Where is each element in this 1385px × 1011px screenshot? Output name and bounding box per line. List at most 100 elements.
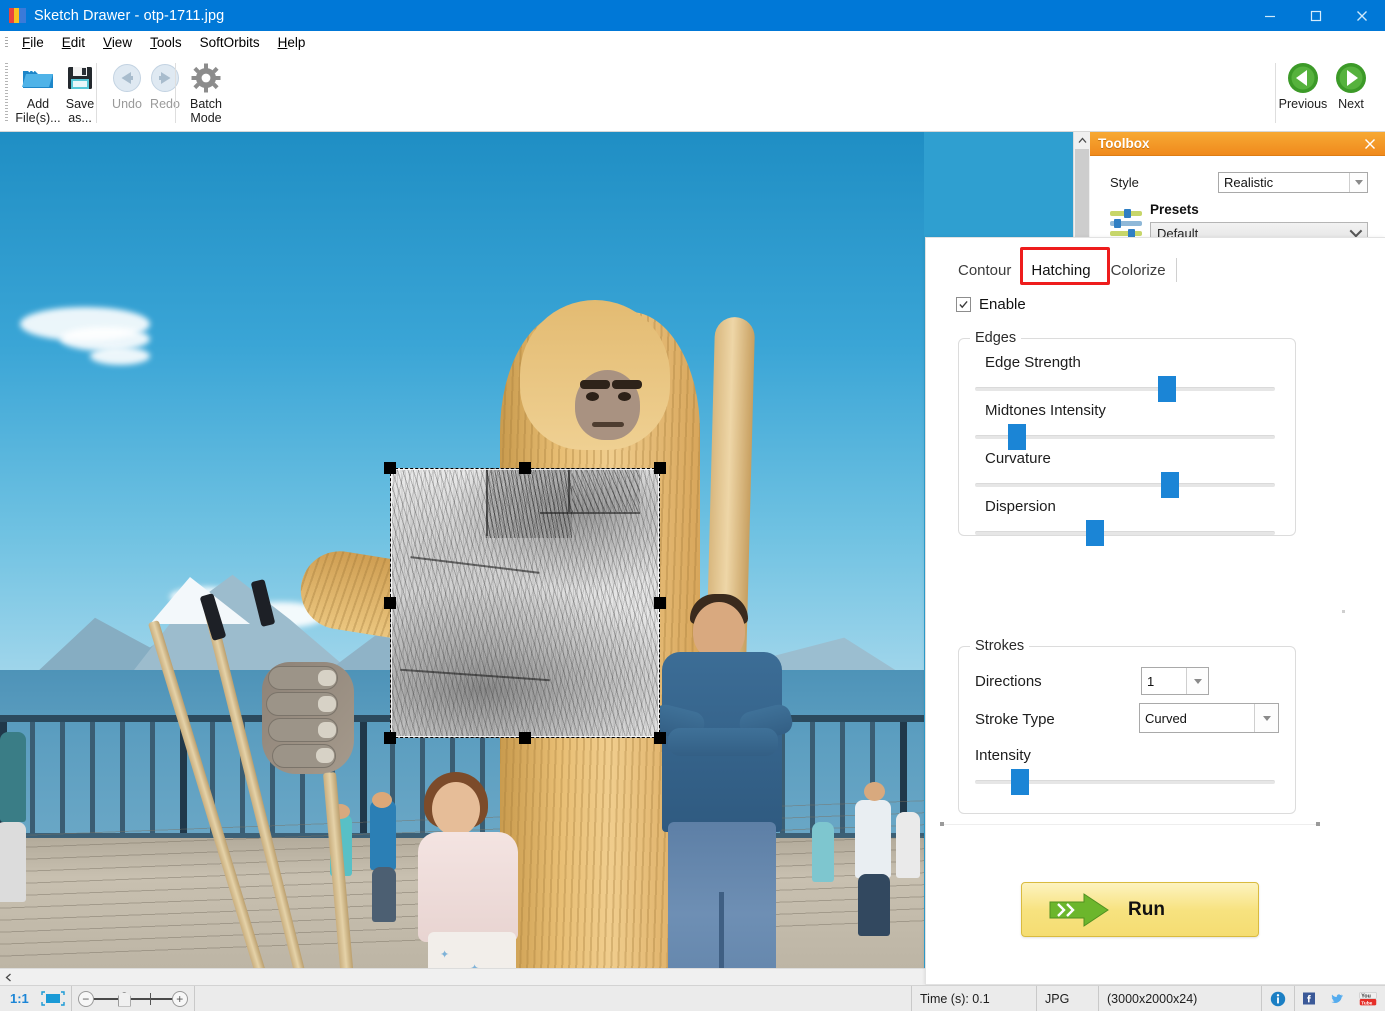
image-canvas[interactable]: ✦ ✦ ✦ ✦ ✦ [0, 132, 1073, 968]
minimize-button[interactable] [1247, 0, 1293, 31]
stroke-type-label: Stroke Type [975, 711, 1055, 728]
twitter-icon[interactable] [1323, 986, 1351, 1011]
previous-green-arrow-icon [1287, 62, 1319, 94]
tab-hatching[interactable]: Hatching [1021, 259, 1100, 284]
gear-icon [191, 62, 221, 94]
toolbar-separator-3 [1275, 63, 1276, 123]
dispersion-label: Dispersion [985, 498, 1056, 515]
minus-icon[interactable]: − [77, 990, 94, 1007]
settings-tabs: Contour Hatching Colorize [948, 254, 1176, 284]
selection-handle-sw[interactable] [384, 732, 396, 744]
scrollbar-thumb[interactable] [1075, 149, 1089, 239]
maximize-button[interactable] [1293, 0, 1339, 31]
edge-strength-label: Edge Strength [985, 354, 1081, 371]
selection-handle-s[interactable] [519, 732, 531, 744]
dispersion-slider[interactable] [975, 520, 1275, 546]
selection-handle-se[interactable] [654, 732, 666, 744]
presets-label: Presets [1150, 202, 1199, 217]
format-cell: JPG [1037, 986, 1099, 1011]
green-play-arrow-icon [1048, 892, 1110, 928]
enable-checkbox[interactable] [956, 297, 971, 312]
enable-checkbox-row[interactable]: Enable [956, 296, 1026, 313]
chevron-down-icon[interactable] [1349, 173, 1367, 192]
time-cell: Time (s): 0.1 [912, 986, 1037, 1011]
directions-combo[interactable]: 1 [1141, 667, 1209, 695]
menu-item-tools[interactable]: Tools [141, 33, 191, 53]
selection-handle-w[interactable] [384, 597, 396, 609]
bystander [896, 812, 920, 878]
selection-handle-e[interactable] [654, 597, 666, 609]
window-controls [1247, 0, 1385, 31]
intensity-slider[interactable] [975, 769, 1275, 795]
faint-marker [1342, 610, 1345, 613]
bystander-legs [372, 867, 396, 922]
edge-strength-slider[interactable] [975, 376, 1275, 402]
batch-mode-button[interactable]: Batch Mode [178, 58, 234, 128]
previous-button[interactable]: Previous [1277, 58, 1329, 128]
run-button-label: Run [1128, 898, 1165, 920]
zoom-ratio-cell[interactable]: 1:1 [0, 986, 72, 1011]
close-button[interactable] [1339, 0, 1385, 31]
directions-value: 1 [1147, 673, 1155, 689]
menu-bar: File Edit View Tools SoftOrbits Help [0, 31, 1385, 55]
curvature-slider[interactable] [975, 472, 1275, 498]
tab-contour[interactable]: Contour [948, 259, 1021, 284]
menu-item-file[interactable]: File [13, 33, 53, 53]
toolbar-grip-handle[interactable] [5, 63, 8, 123]
hatching-settings-card: Contour Hatching Colorize Enable Edges E… [925, 237, 1385, 985]
bystander [0, 732, 26, 822]
menu-grip-handle[interactable] [5, 37, 8, 49]
intensity-label: Intensity [975, 747, 1031, 764]
chevron-up-icon[interactable] [1074, 132, 1090, 148]
girl-coat [418, 832, 518, 942]
selection-handle-ne[interactable] [654, 462, 666, 474]
stroke-type-combo[interactable]: Curved [1139, 703, 1279, 733]
plus-icon[interactable]: + [171, 990, 188, 1007]
application-window: Sketch Drawer - otp-1711.jpg File Edit V… [0, 0, 1385, 1011]
style-row: Style Realistic [1110, 172, 1368, 193]
facebook-icon[interactable] [1295, 986, 1323, 1011]
toolbar-separator [96, 63, 97, 123]
menu-item-help[interactable]: Help [269, 33, 315, 53]
sketch-preview-selection[interactable] [390, 468, 660, 738]
selection-handle-n[interactable] [519, 462, 531, 474]
next-button[interactable]: Next [1325, 58, 1377, 128]
status-bar: 1:1 − + Time (s): 0.1 JPG (3000x2000x24)… [0, 985, 1385, 1011]
window-title: Sketch Drawer - otp-1711.jpg [34, 7, 225, 24]
chevron-left-icon[interactable] [0, 969, 16, 985]
toolbox-close-icon[interactable] [1361, 135, 1379, 153]
info-icon[interactable] [1262, 986, 1295, 1011]
zoom-ratio-label: 1:1 [10, 991, 29, 1006]
chevron-down-icon[interactable] [1186, 668, 1208, 694]
style-value: Realistic [1224, 175, 1274, 190]
zoom-slider-cell[interactable]: − + [72, 986, 195, 1011]
canvas-horizontal-scrollbar[interactable] [0, 968, 1073, 985]
midtones-intensity-label: Midtones Intensity [985, 402, 1106, 419]
chevron-down-icon[interactable] [1254, 704, 1278, 732]
panel-separator [940, 824, 1320, 825]
style-label: Style [1110, 175, 1139, 190]
panel-separator-dot-right [1316, 822, 1320, 826]
enable-label: Enable [979, 296, 1026, 313]
midtones-intensity-slider[interactable] [975, 424, 1275, 450]
menu-item-softorbits[interactable]: SoftOrbits [191, 33, 269, 53]
youtube-icon[interactable]: You Tube [1351, 986, 1385, 1011]
fit-to-screen-icon[interactable] [41, 991, 65, 1006]
zoom-slider[interactable]: − + [77, 989, 188, 1009]
zoom-slider-thumb[interactable] [117, 991, 131, 1007]
edges-group-title: Edges [970, 330, 1022, 346]
style-combo[interactable]: Realistic [1218, 172, 1368, 193]
sliders-equalizer-icon [1110, 208, 1142, 240]
panel-separator-dot [940, 822, 944, 826]
bystander [812, 822, 834, 882]
menu-item-edit[interactable]: Edit [53, 33, 94, 53]
menu-item-view[interactable]: View [94, 33, 141, 53]
chevron-down-icon[interactable] [1349, 224, 1363, 238]
bystander-legs [858, 874, 890, 936]
tab-colorize[interactable]: Colorize [1101, 259, 1176, 284]
toolbar: Add File(s)... Save as... Undo Redo Batc… [0, 55, 1385, 191]
check-icon [959, 301, 968, 309]
bystander-head [372, 792, 392, 808]
selection-handle-nw[interactable] [384, 462, 396, 474]
run-button[interactable]: Run [1021, 882, 1259, 937]
